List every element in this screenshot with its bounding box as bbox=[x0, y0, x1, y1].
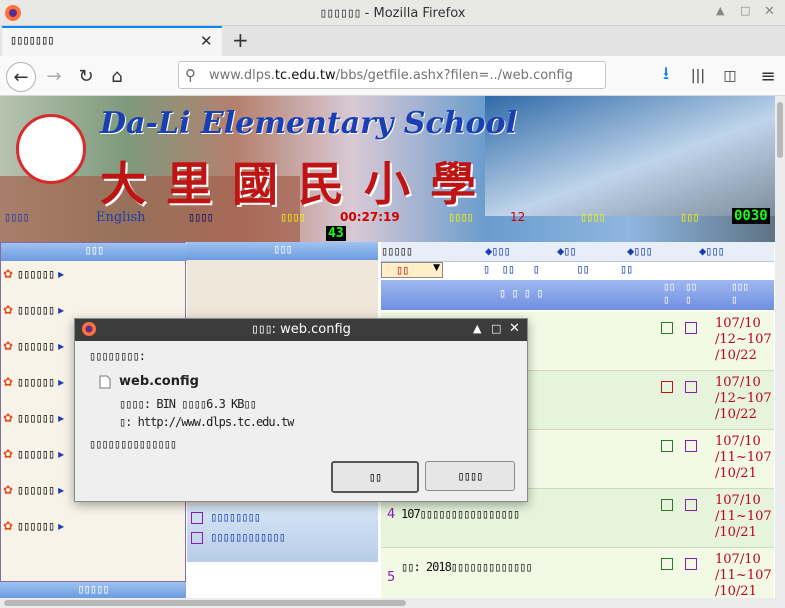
tab-close-icon[interactable]: ✕ bbox=[200, 32, 213, 50]
row-cat bbox=[661, 556, 674, 570]
download-dialog: ▯▯▯: web.config ▲ □ ✕ ▯▯▯▯▯▯▯▯: web.conf… bbox=[74, 318, 528, 502]
banner-link-1[interactable]: ▯▯▯▯ bbox=[4, 210, 30, 224]
row-cat bbox=[661, 497, 674, 511]
school-banner: Da-Li Elementary School 大 里 國 民 小 學 ▯▯▯▯… bbox=[0, 96, 785, 242]
row-date: 107/10 /11~107 /10/21 bbox=[715, 434, 772, 481]
dialog-question: ▯▯▯▯▯▯▯▯▯▯▯▯▯▯ bbox=[89, 437, 177, 451]
news-sub-tabs[interactable]: ▯ ▯▯ ▯ ▯▯ ▯▯ bbox=[483, 262, 633, 276]
news-tab-4[interactable]: ◆▯▯▯ bbox=[699, 244, 725, 258]
banner-link-2[interactable]: ▯▯▯▯ bbox=[188, 210, 214, 224]
row-number: 5 bbox=[387, 570, 396, 585]
row-date: 107/10 /11~107 /10/21 bbox=[715, 552, 772, 599]
list-item[interactable]: ✿ ▯▯▯▯▯▯ ▸ bbox=[3, 303, 64, 339]
library-icon[interactable]: ||| bbox=[684, 62, 712, 90]
tab-active[interactable]: ▯▯▯▯▯▯▯ ✕ bbox=[2, 26, 222, 56]
url-text: www.dlps.tc.edu.tw/bbs/getfile.ashx?file… bbox=[209, 68, 573, 83]
row-title[interactable]: 107▯▯▯▯▯▯▯▯▯▯▯▯▯▯▯▯ bbox=[401, 507, 651, 521]
file-icon bbox=[99, 375, 111, 389]
close-window-icon[interactable]: ✕ bbox=[764, 4, 775, 19]
row-number: 4 bbox=[387, 507, 396, 522]
news-tab-2[interactable]: ◆▯▯ bbox=[557, 244, 577, 258]
row-cat bbox=[661, 320, 674, 334]
dialog-filename: web.config bbox=[119, 374, 199, 389]
middle-panel-header: ▯▯▯ bbox=[187, 242, 378, 260]
horizontal-scrollbar[interactable] bbox=[0, 598, 775, 608]
reload-icon[interactable]: ↻ bbox=[72, 62, 100, 90]
list-item[interactable]: ✿ ▯▯▯▯▯▯ ▸ bbox=[3, 267, 64, 303]
list-item[interactable]: ✿ ▯▯▯▯▯▯ ▸ bbox=[3, 375, 64, 411]
left-menu-items: ✿ ▯▯▯▯▯▯ ▸ ✿ ▯▯▯▯▯▯ ▸ ✿ ▯▯▯▯▯▯ ▸ ✿ ▯▯▯▯▯… bbox=[3, 267, 64, 555]
clock-value: 00:27:19 bbox=[340, 210, 400, 224]
url-bar[interactable]: ⚲ www.dlps.tc.edu.tw/bbs/getfile.ashx?fi… bbox=[178, 61, 606, 89]
counter-value-1: 12 bbox=[510, 210, 526, 224]
news-title: ▯▯▯▯▯ bbox=[381, 244, 413, 258]
row-unit bbox=[685, 556, 698, 570]
row-cat bbox=[661, 379, 674, 393]
header-title: ▯ ▯ ▯ ▯ bbox=[499, 286, 544, 300]
counter-label-2: ▯▯▯▯ bbox=[580, 210, 606, 224]
sidebar-icon[interactable]: ◫ bbox=[716, 62, 744, 90]
tab-label: ▯▯▯▯▯▯▯ bbox=[10, 33, 55, 47]
row-unit bbox=[685, 438, 698, 452]
left-menu-header: ▯▯▯ bbox=[1, 243, 187, 261]
dialog-titlebar: ▯▯▯: web.config ▲ □ ✕ bbox=[75, 319, 527, 341]
list-item[interactable]: ✿ ▯▯▯▯▯▯ ▸ bbox=[3, 411, 64, 447]
restore-icon[interactable]: □ bbox=[740, 4, 750, 17]
vertical-scrollbar[interactable] bbox=[775, 96, 785, 608]
category-select[interactable]: ▯▯ ▼ bbox=[381, 262, 443, 278]
visitor-counter: 0030 bbox=[732, 208, 770, 224]
dialog-title: ▯▯▯: web.config bbox=[251, 322, 351, 337]
english-link[interactable]: English bbox=[96, 210, 146, 225]
list-item[interactable]: ✿ ▯▯▯▯▯▯ ▸ bbox=[3, 339, 64, 375]
news-tab-3[interactable]: ◆▯▯▯ bbox=[627, 244, 653, 258]
home-icon[interactable]: ⌂ bbox=[103, 62, 131, 90]
search-icon: ⚲ bbox=[185, 66, 196, 84]
school-logo bbox=[16, 114, 86, 184]
list-item[interactable]: ✿ ▯▯▯▯▯▯ ▸ bbox=[3, 519, 64, 555]
header-col-3: ▯▯ ▯ bbox=[685, 280, 697, 306]
school-name-zh: 大 里 國 民 小 學 bbox=[100, 157, 479, 211]
dialog-source: ▯: http://www.dlps.tc.edu.tw bbox=[119, 415, 294, 429]
back-icon[interactable]: ← bbox=[6, 62, 36, 92]
window-title: ▯▯▯▯▯▯ - Mozilla Firefox bbox=[319, 6, 466, 21]
row-cat bbox=[661, 438, 674, 452]
header-col-4: ▯▯▯ ▯ bbox=[731, 280, 749, 306]
middle-links: ▯▯▯▯▯▯▯▯ ▯▯▯▯▯▯▯▯▯▯▯▯ bbox=[187, 504, 378, 562]
list-item[interactable]: ✿ ▯▯▯▯▯▯ ▸ bbox=[3, 483, 64, 519]
window-titlebar: ▯▯▯▯▯▯ - Mozilla Firefox ▲ □ ✕ bbox=[0, 0, 785, 26]
middle-link-1[interactable]: ▯▯▯▯▯▯▯▯ bbox=[191, 510, 261, 524]
row-unit bbox=[685, 497, 698, 511]
row-unit bbox=[685, 379, 698, 393]
online-counter: 43 bbox=[326, 226, 346, 241]
counter-label-3: ▯▯▯ bbox=[680, 210, 700, 224]
download-icon[interactable]: ⭳ bbox=[652, 62, 680, 90]
menu-icon[interactable]: ≡ bbox=[754, 62, 782, 90]
clock-label: ▯▯▯▯ bbox=[280, 210, 306, 224]
row-date: 107/10 /12~107 /10/22 bbox=[715, 375, 772, 422]
left-menu-footer: ▯▯▯▯▯ bbox=[0, 582, 186, 598]
new-tab-icon[interactable]: + bbox=[232, 28, 249, 52]
middle-link-2[interactable]: ▯▯▯▯▯▯▯▯▯▯▯▯ bbox=[191, 530, 286, 544]
counter-label-1: ▯▯▯▯ bbox=[448, 210, 474, 224]
news-tab-1[interactable]: ◆▯▯▯ bbox=[485, 244, 511, 258]
school-name-en: Da-Li Elementary School bbox=[100, 106, 517, 141]
dialog-prompt: ▯▯▯▯▯▯▯▯: bbox=[89, 349, 146, 363]
forward-icon[interactable]: → bbox=[40, 62, 68, 90]
row-date: 107/10 /12~107 /10/22 bbox=[715, 316, 772, 363]
dialog-close-icon[interactable]: ✕ bbox=[509, 321, 520, 336]
dialog-maximize-icon[interactable]: □ bbox=[491, 322, 501, 335]
minimize-icon[interactable]: ▲ bbox=[716, 4, 724, 17]
cancel-button[interactable]: ▯▯▯▯ bbox=[425, 461, 515, 491]
row-date: 107/10 /11~107 /10/21 bbox=[715, 493, 772, 540]
dialog-minimize-icon[interactable]: ▲ bbox=[473, 322, 481, 335]
save-file-button[interactable]: ▯▯ bbox=[331, 461, 419, 493]
row-title[interactable]: ▯▯: 2018▯▯▯▯▯▯▯▯▯▯▯▯▯ bbox=[401, 560, 651, 574]
news-table-header: ▯ ▯ ▯ ▯ ▯▯ ▯ ▯▯ ▯ ▯▯▯ ▯ bbox=[381, 280, 774, 310]
row-unit bbox=[685, 320, 698, 334]
list-item[interactable]: ✿ ▯▯▯▯▯▯ ▸ bbox=[3, 447, 64, 483]
header-col-2: ▯▯ ▯ bbox=[663, 280, 675, 306]
dialog-file-type: ▯▯▯▯: BIN ▯▯▯▯6.3 KB▯▯ bbox=[119, 397, 257, 411]
news-toolbar: ▯▯▯▯▯ ◆▯▯▯ ◆▯▯ ◆▯▯▯ ◆▯▯▯ bbox=[381, 242, 774, 262]
